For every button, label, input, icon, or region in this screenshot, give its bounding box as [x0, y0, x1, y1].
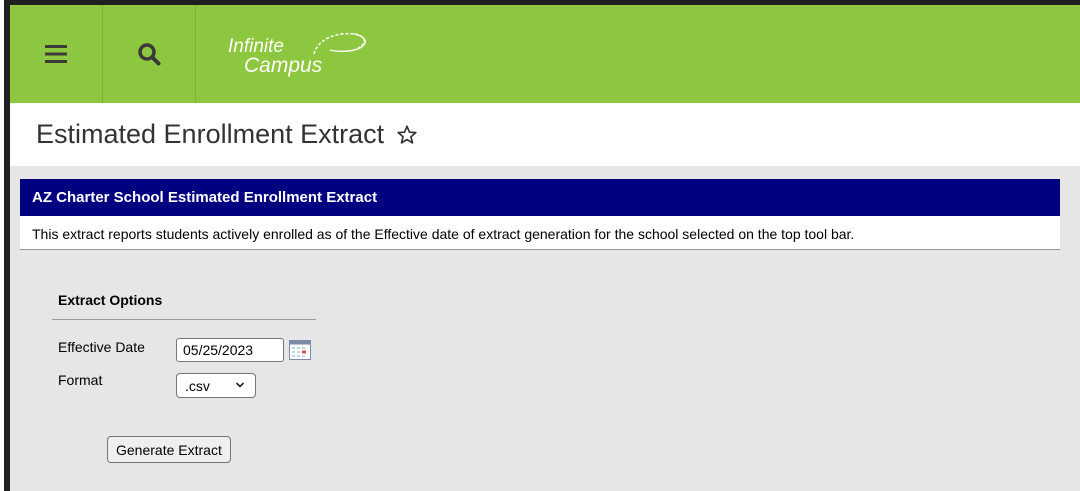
extract-options-title: Extract Options: [58, 292, 163, 308]
panel-heading: AZ Charter School Estimated Enrollment E…: [20, 179, 1060, 216]
search-icon: [138, 43, 161, 66]
panel-description: This extract reports students actively e…: [20, 216, 1060, 250]
generate-extract-button[interactable]: Generate Extract: [107, 436, 231, 463]
infinite-campus-logo[interactable]: Infinite Campus: [196, 5, 388, 103]
effective-date-label: Effective Date: [58, 339, 145, 355]
menu-button[interactable]: [10, 5, 103, 103]
effective-date-input[interactable]: [176, 338, 284, 362]
favorite-button[interactable]: [396, 124, 418, 146]
calendar-icon: [289, 340, 311, 360]
page-title: Estimated Enrollment Extract: [36, 119, 385, 149]
logo-swoosh-icon: [313, 32, 366, 55]
hamburger-menu-icon: [45, 45, 67, 63]
content-area: AZ Charter School Estimated Enrollment E…: [10, 166, 1080, 491]
chevron-down-icon: [235, 382, 245, 388]
format-selected-value: .csv: [185, 377, 210, 394]
extract-panel: AZ Charter School Estimated Enrollment E…: [20, 179, 1060, 250]
search-button[interactable]: [103, 5, 196, 103]
page-header: Estimated Enrollment Extract: [10, 103, 1080, 166]
divider: [52, 319, 316, 320]
format-label: Format: [58, 372, 103, 388]
top-navigation-bar: Infinite Campus: [10, 5, 1080, 103]
calendar-button[interactable]: [289, 340, 311, 365]
star-outline-icon: [397, 124, 417, 144]
format-select[interactable]: .csv: [176, 373, 256, 398]
